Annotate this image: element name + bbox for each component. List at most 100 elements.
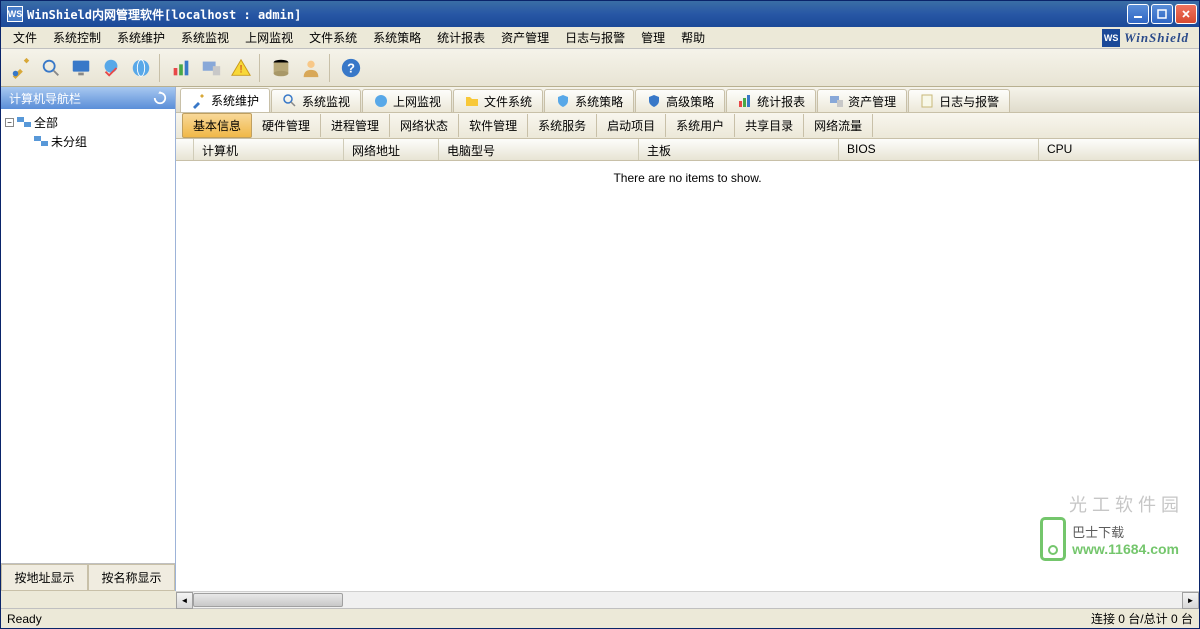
menu-system-control[interactable]: 系统控制 xyxy=(45,27,109,48)
watermark: 光 工 软 件 园 巴士下载 www.11684.com xyxy=(1040,491,1179,561)
sub-tabs: 基本信息 硬件管理 进程管理 网络状态 软件管理 系统服务 启动项目 系统用户 … xyxy=(176,113,1199,139)
main-area: 系统维护 系统监视 上网监视 文件系统 系统策略 高级策略 统计报表 资产管理 … xyxy=(176,87,1199,591)
subtab-network-traffic[interactable]: 网络流量 xyxy=(804,114,873,137)
computer-tree[interactable]: − 全部 未分组 xyxy=(1,109,175,563)
tool-btn-help[interactable]: ? xyxy=(337,54,365,82)
tab-label: 文件系统 xyxy=(484,93,532,110)
menu-help[interactable]: 帮助 xyxy=(673,27,713,48)
device-icon xyxy=(828,93,844,109)
grid-body[interactable]: There are no items to show. 光 工 软 件 园 巴士… xyxy=(176,161,1199,591)
sidebar-tab-by-address[interactable]: 按地址显示 xyxy=(1,564,88,591)
grid-col-motherboard[interactable]: 主板 xyxy=(639,139,839,160)
tab-system-policy[interactable]: 系统策略 xyxy=(544,89,634,112)
shield-icon xyxy=(555,93,571,109)
tool-btn-10[interactable] xyxy=(297,54,325,82)
watermark-url: www.11684.com xyxy=(1072,541,1179,557)
grid-col-model[interactable]: 电脑型号 xyxy=(439,139,639,160)
svg-text:!: ! xyxy=(239,63,242,75)
help-icon: ? xyxy=(340,57,362,79)
subtab-system-service[interactable]: 系统服务 xyxy=(528,114,597,137)
tab-label: 系统策略 xyxy=(575,93,623,110)
scroll-right-button[interactable]: ► xyxy=(1182,592,1199,609)
toolbar-separator-1 xyxy=(159,54,163,82)
tab-internet-monitor[interactable]: 上网监视 xyxy=(362,89,452,112)
tree-child-row[interactable]: 未分组 xyxy=(3,132,173,151)
tool-btn-6[interactable] xyxy=(167,54,195,82)
menu-file-system[interactable]: 文件系统 xyxy=(301,27,365,48)
subtab-system-user[interactable]: 系统用户 xyxy=(666,114,735,137)
tool-btn-4[interactable] xyxy=(97,54,125,82)
tab-label: 高级策略 xyxy=(666,93,714,110)
body-area: 计算机导航栏 − 全部 未分组 按地址显示 按名称显示 xyxy=(1,87,1199,591)
menu-asset-management[interactable]: 资产管理 xyxy=(493,27,557,48)
menubar: 文件 系统控制 系统维护 系统监视 上网监视 文件系统 系统策略 统计报表 资产… xyxy=(1,27,1199,49)
titlebar[interactable]: WS WinShield内网管理软件[localhost : admin] xyxy=(1,1,1199,27)
tab-advanced-policy[interactable]: 高级策略 xyxy=(635,89,725,112)
grid-header: 计算机 网络地址 电脑型号 主板 BIOS CPU xyxy=(176,139,1199,161)
menu-manage[interactable]: 管理 xyxy=(633,27,673,48)
tab-system-monitor[interactable]: 系统监视 xyxy=(271,89,361,112)
menu-system-maintenance[interactable]: 系统维护 xyxy=(109,27,173,48)
tool-btn-1[interactable] xyxy=(7,54,35,82)
subtab-network-status[interactable]: 网络状态 xyxy=(390,114,459,137)
tab-system-maintenance[interactable]: 系统维护 xyxy=(180,88,270,112)
search-icon xyxy=(282,93,298,109)
tool-btn-2[interactable] xyxy=(37,54,65,82)
tab-file-system[interactable]: 文件系统 xyxy=(453,89,543,112)
subtab-software[interactable]: 软件管理 xyxy=(459,114,528,137)
sidebar-tab-by-name[interactable]: 按名称显示 xyxy=(88,564,175,591)
menu-file[interactable]: 文件 xyxy=(5,27,45,48)
tool-btn-9[interactable] xyxy=(267,54,295,82)
sidebar-bottom-tabs: 按地址显示 按名称显示 xyxy=(1,563,175,591)
status-left: Ready xyxy=(7,612,1091,626)
tab-label: 系统监视 xyxy=(302,93,350,110)
tab-asset-management[interactable]: 资产管理 xyxy=(817,89,907,112)
grid-col-computer[interactable]: 计算机 xyxy=(194,139,344,160)
grid-col-bios[interactable]: BIOS xyxy=(839,139,1039,160)
database-icon xyxy=(270,57,292,79)
user-icon xyxy=(300,57,322,79)
globe-icon xyxy=(130,57,152,79)
tab-log-alarm[interactable]: 日志与报警 xyxy=(908,89,1010,112)
menu-internet-monitor[interactable]: 上网监视 xyxy=(237,27,301,48)
tool-btn-3[interactable] xyxy=(67,54,95,82)
brand-area: WS WinShield xyxy=(1102,29,1195,47)
globe-icon xyxy=(373,93,389,109)
computers-group-icon xyxy=(33,134,49,150)
grid-col-cpu[interactable]: CPU xyxy=(1039,139,1199,160)
subtab-process[interactable]: 进程管理 xyxy=(321,114,390,137)
minimize-button[interactable] xyxy=(1127,4,1149,24)
computers-icon xyxy=(16,115,32,131)
brand-text: WinShield xyxy=(1124,30,1189,46)
toolbar-separator-2 xyxy=(259,54,263,82)
search-icon xyxy=(40,57,62,79)
tree-collapse-icon[interactable]: − xyxy=(5,118,14,127)
tree-root-row[interactable]: − 全部 xyxy=(3,113,173,132)
subtab-startup[interactable]: 启动项目 xyxy=(597,114,666,137)
refresh-icon[interactable] xyxy=(153,91,167,105)
menu-system-monitor[interactable]: 系统监视 xyxy=(173,27,237,48)
subtab-basic-info[interactable]: 基本信息 xyxy=(182,113,252,138)
maximize-button[interactable] xyxy=(1151,4,1173,24)
grid-col-network-address[interactable]: 网络地址 xyxy=(344,139,439,160)
tool-btn-8[interactable]: ! xyxy=(227,54,255,82)
scroll-left-button[interactable]: ◄ xyxy=(176,592,193,609)
scroll-track[interactable] xyxy=(193,592,1182,608)
horizontal-scrollbar[interactable]: ◄ ► xyxy=(176,591,1199,608)
menu-stats-report[interactable]: 统计报表 xyxy=(429,27,493,48)
scroll-thumb[interactable] xyxy=(193,593,343,607)
tab-label: 资产管理 xyxy=(848,93,896,110)
tab-stats-report[interactable]: 统计报表 xyxy=(726,89,816,112)
close-button[interactable] xyxy=(1175,4,1197,24)
menu-log-alarm[interactable]: 日志与报警 xyxy=(557,27,633,48)
tool-btn-7[interactable] xyxy=(197,54,225,82)
status-right: 连接 0 台/总计 0 台 xyxy=(1091,610,1193,627)
window-buttons xyxy=(1127,4,1197,24)
menu-system-policy[interactable]: 系统策略 xyxy=(365,27,429,48)
subtab-shared-dir[interactable]: 共享目录 xyxy=(735,114,804,137)
subtab-hardware[interactable]: 硬件管理 xyxy=(252,114,321,137)
app-window: WS WinShield内网管理软件[localhost : admin] 文件… xyxy=(0,0,1200,629)
sidebar: 计算机导航栏 − 全部 未分组 按地址显示 按名称显示 xyxy=(1,87,176,591)
tool-btn-5[interactable] xyxy=(127,54,155,82)
grid-col-icon[interactable] xyxy=(176,139,194,160)
